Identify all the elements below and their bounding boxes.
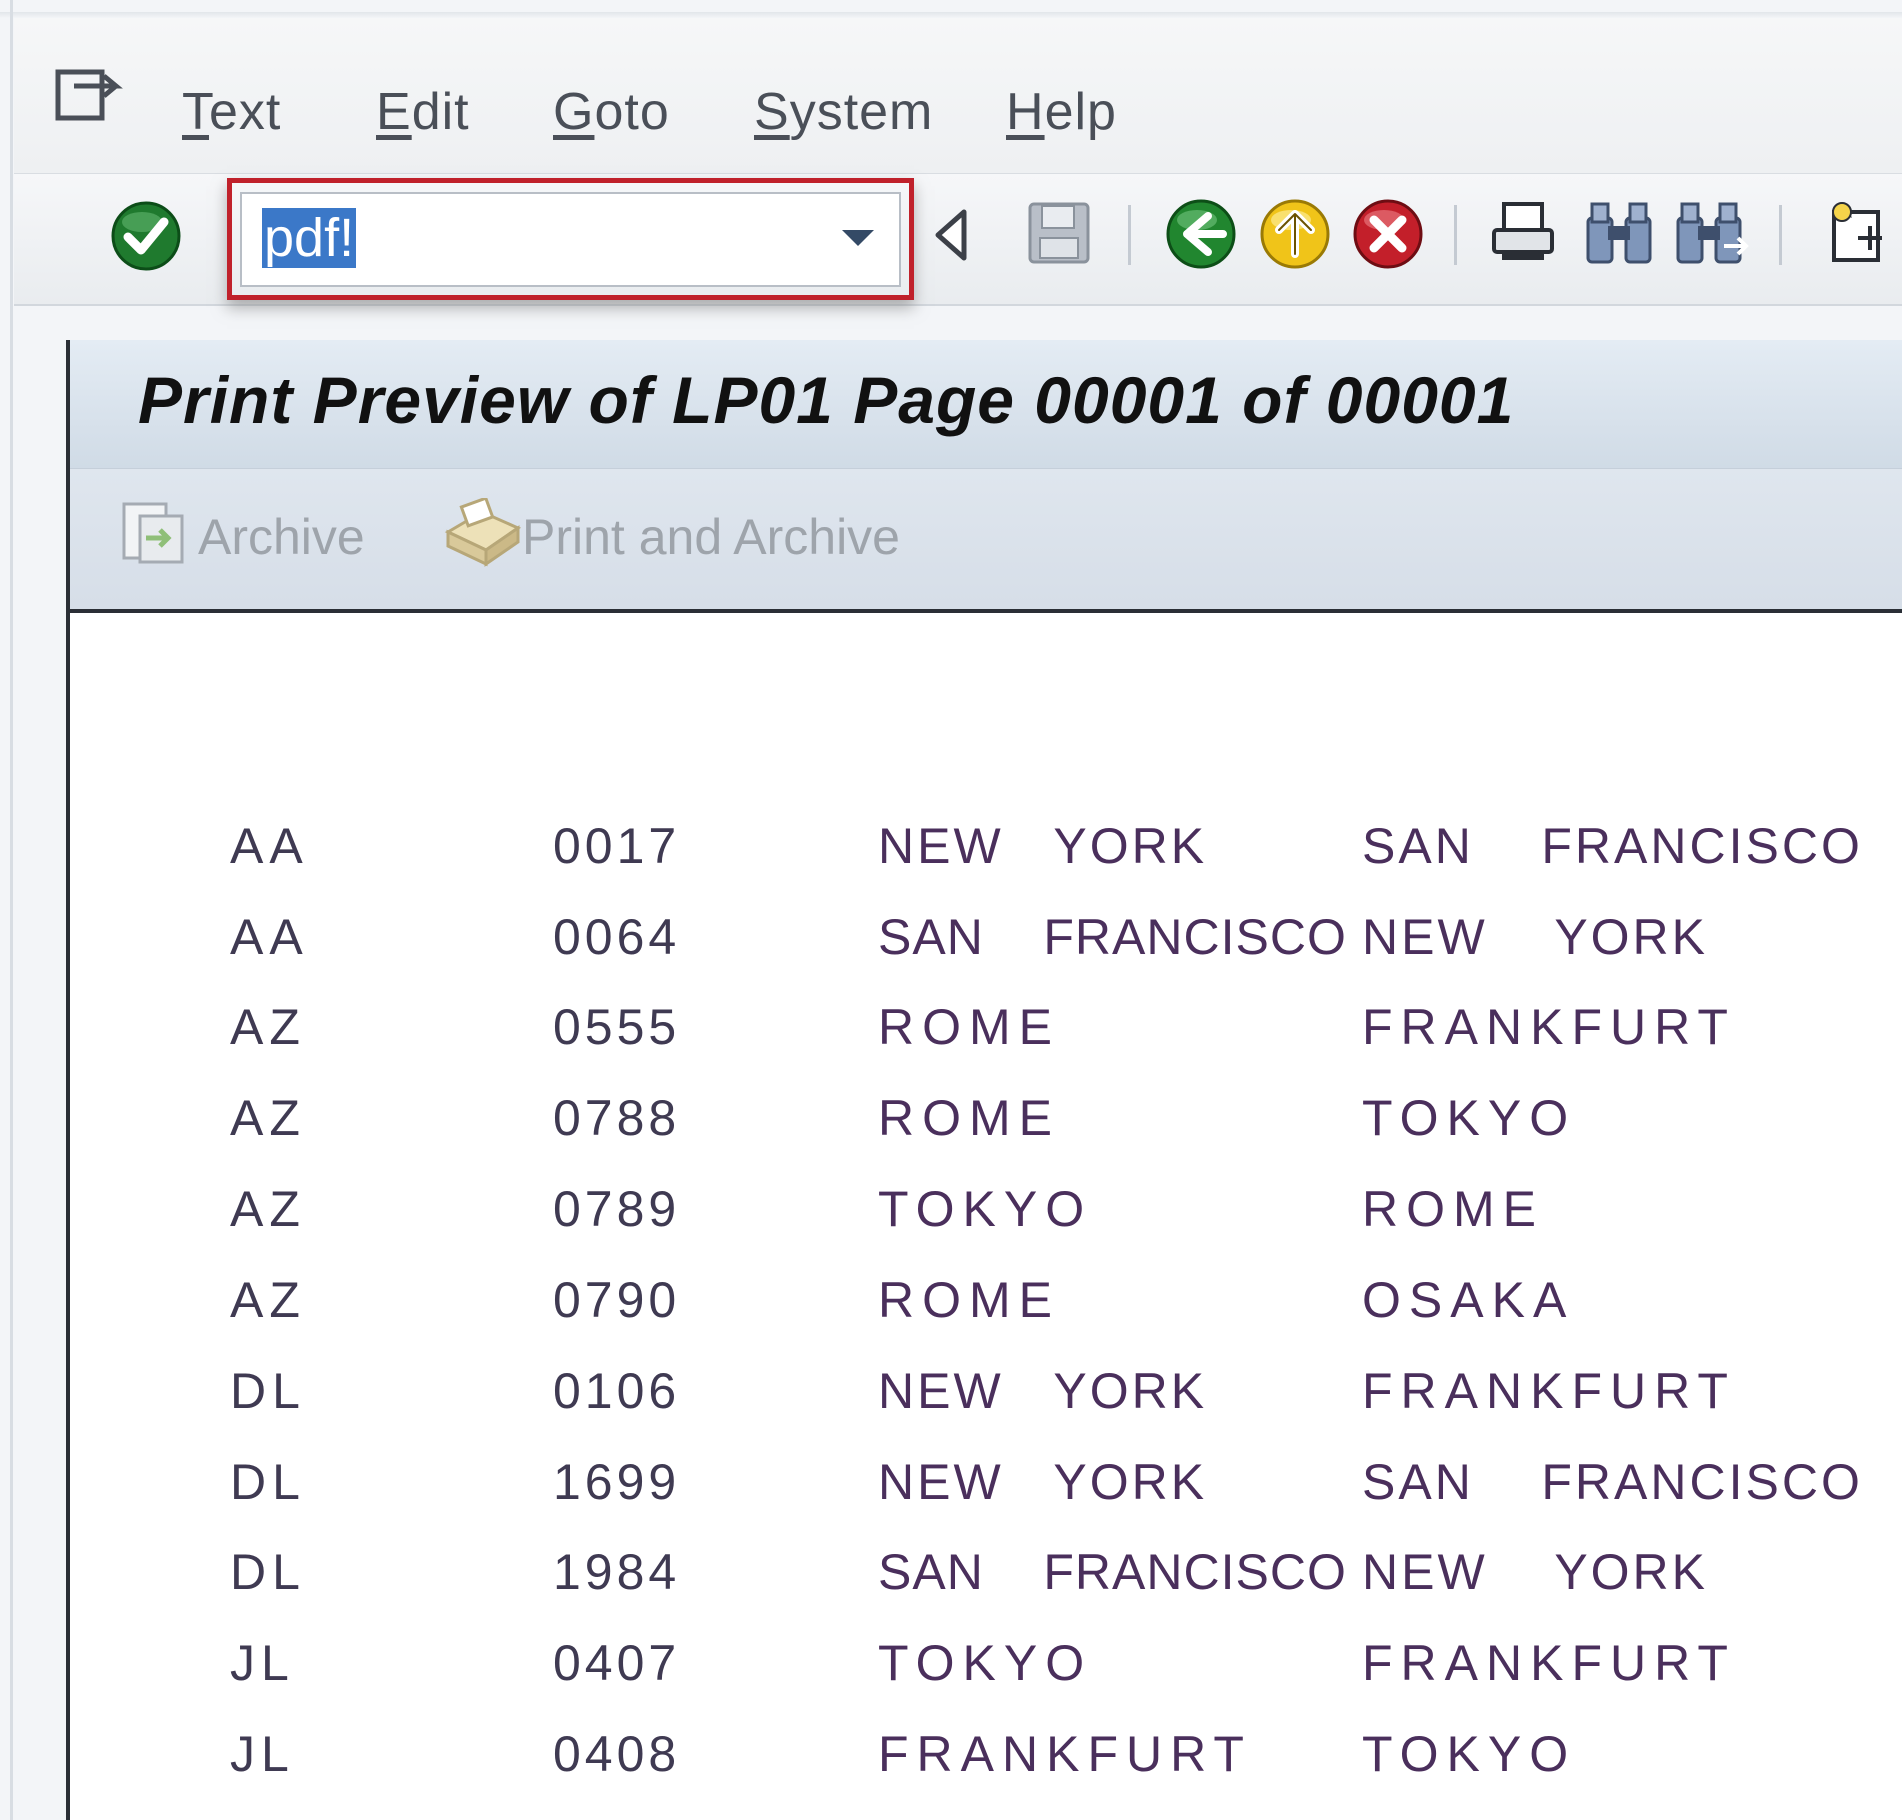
menu-help[interactable]: Help (1006, 82, 1117, 142)
table-row: AZ 0788 ROME TOKYO (0, 1078, 1902, 1158)
toolbar-separator (1778, 205, 1784, 270)
arrival-city: NEW YORK (1362, 1544, 1709, 1600)
connection-number: 1699 (553, 1454, 681, 1510)
arrival-city: OSAKA (1362, 1272, 1575, 1328)
menu-system[interactable]: System (754, 82, 933, 142)
toolbar-separator (1127, 205, 1133, 270)
airline-code: DL (230, 1363, 306, 1419)
table-row: AZ 0789 TOKYO ROME (0, 1169, 1902, 1249)
departure-city: SAN FRANCISCO (878, 1544, 1347, 1600)
menu-goto-label: oto (594, 83, 670, 141)
arrival-city: ROME (1362, 1181, 1544, 1237)
departure-city: TOKYO (878, 1181, 1093, 1237)
create-session-icon[interactable] (1822, 198, 1892, 273)
back-icon[interactable] (1163, 196, 1239, 277)
airline-code: AZ (230, 1181, 306, 1237)
menu-goto[interactable]: Goto (553, 82, 670, 142)
airline-code: AZ (230, 999, 306, 1055)
table-row: DL 0106 NEW YORK FRANKFURT (0, 1351, 1902, 1431)
sap-window: Text Edit Goto System Help pdf! Print Pr… (0, 0, 1902, 1820)
connection-number: 0789 (553, 1181, 681, 1237)
arrival-city: SAN FRANCISCO (1362, 1454, 1863, 1510)
airline-code: DL (230, 1454, 306, 1510)
menu-text-label: ext (209, 83, 282, 141)
arrival-city: TOKYO (1362, 1726, 1577, 1782)
print-icon[interactable] (1490, 200, 1556, 271)
connection-number: 0788 (553, 1090, 681, 1146)
save-icon[interactable] (1026, 200, 1092, 271)
airline-code: AA (230, 909, 309, 965)
menu-text-mnemonic: T (182, 83, 209, 141)
departure-city: TOKYO (878, 1635, 1093, 1691)
arrival-city: FRANKFURT (1362, 999, 1736, 1055)
connection-number: 0555 (553, 999, 681, 1055)
connection-number: 0064 (553, 909, 681, 965)
menu-help-label: elp (1044, 83, 1117, 141)
airline-code: AZ (230, 1272, 306, 1328)
menu-edit-label: dit (411, 83, 470, 141)
departure-city: ROME (878, 999, 1060, 1055)
departure-city: SAN FRANCISCO (878, 909, 1347, 965)
enter-checkmark-icon[interactable] (108, 198, 184, 279)
table-row: DL 1984 SAN FRANCISCO NEW YORK (0, 1532, 1902, 1612)
table-row: JL 0408 FRANKFURT TOKYO (0, 1714, 1902, 1794)
command-field-highlight (227, 178, 914, 300)
connection-number: 0106 (553, 1363, 681, 1419)
menu-goto-mnemonic: G (553, 83, 595, 141)
page-title: Print Preview of LP01 Page 00001 of 0000… (138, 363, 1515, 437)
print-and-archive-button[interactable]: Print and Archive (522, 508, 900, 566)
table-row: AZ 0555 ROME FRANKFURT (0, 987, 1902, 1067)
connection-number: 0790 (553, 1272, 681, 1328)
airline-code: JL (230, 1726, 295, 1782)
menu-exit-icon[interactable] (52, 62, 132, 134)
exit-icon[interactable] (1257, 196, 1333, 277)
airline-code: AZ (230, 1090, 306, 1146)
table-row: AA 0017 NEW YORK SAN FRANCISCO (0, 806, 1902, 886)
departure-city: NEW YORK (878, 818, 1208, 874)
menu-text[interactable]: Text (182, 82, 281, 142)
find-next-icon[interactable] (1674, 200, 1750, 271)
departure-city: NEW YORK (878, 1454, 1208, 1510)
arrival-city: SAN FRANCISCO (1362, 818, 1863, 874)
menu-edit[interactable]: Edit (376, 82, 470, 142)
find-icon[interactable] (1584, 200, 1654, 271)
connection-number: 0407 (553, 1635, 681, 1691)
archive-button[interactable]: Archive (198, 508, 365, 566)
menu-edit-mnemonic: E (376, 83, 412, 141)
airline-code: DL (230, 1544, 306, 1600)
table-row: DL 1699 NEW YORK SAN FRANCISCO (0, 1442, 1902, 1522)
collapse-command-icon[interactable] (930, 206, 972, 269)
arrival-city: FRANKFURT (1362, 1363, 1736, 1419)
print-archive-icon (442, 496, 524, 573)
archive-icon (118, 498, 190, 573)
connection-number: 0408 (553, 1726, 681, 1782)
departure-city: NEW YORK (878, 1363, 1208, 1419)
menu-system-mnemonic: S (754, 83, 790, 141)
departure-city: FRANKFURT (878, 1726, 1252, 1782)
arrival-city: TOKYO (1362, 1090, 1577, 1146)
table-row: AA 0064 SAN FRANCISCO NEW YORK (0, 897, 1902, 977)
airline-code: AA (230, 818, 309, 874)
connection-number: 0017 (553, 818, 681, 874)
menu-system-label: ystem (789, 83, 934, 141)
arrival-city: FRANKFURT (1362, 1635, 1736, 1691)
table-row: AZ 0790 ROME OSAKA (0, 1260, 1902, 1340)
cancel-icon[interactable] (1350, 196, 1426, 277)
menu-bar (14, 18, 1902, 173)
toolbar-separator (1453, 205, 1459, 270)
connection-number: 1984 (553, 1544, 681, 1600)
menu-help-mnemonic: H (1006, 83, 1045, 141)
table-row: JL 0407 TOKYO FRANKFURT (0, 1623, 1902, 1703)
departure-city: ROME (878, 1272, 1060, 1328)
airline-code: JL (230, 1635, 295, 1691)
departure-city: ROME (878, 1090, 1060, 1146)
arrival-city: NEW YORK (1362, 909, 1709, 965)
